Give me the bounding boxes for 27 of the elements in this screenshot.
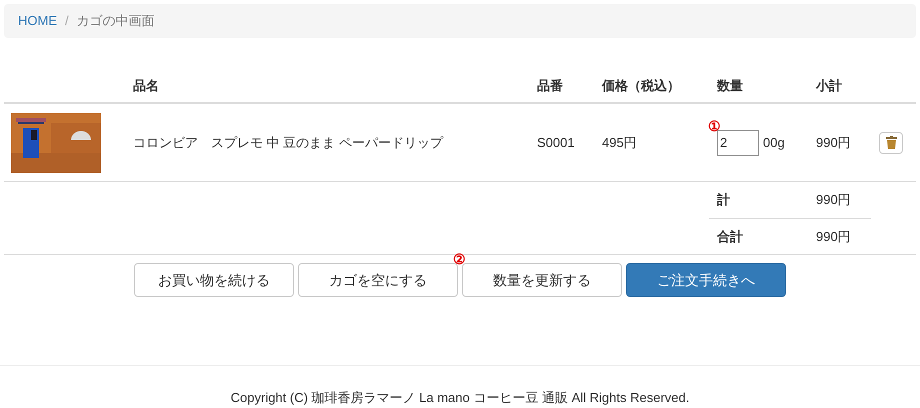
total-label: 合計 [716, 228, 744, 246]
price-value: 495円 [601, 134, 638, 152]
annotation-marker: ① [708, 118, 721, 132]
product-code: S0001 [536, 134, 576, 152]
trash-icon [886, 136, 896, 149]
column-header: 品番 [536, 77, 564, 96]
total-label: 計 [716, 191, 731, 210]
column-header: 品名 [132, 77, 160, 96]
action-button[interactable]: お買い物を続ける [134, 263, 294, 297]
annotation-marker: ② [453, 252, 466, 266]
breadcrumb-current: カゴの中画面 [76, 12, 155, 30]
column-header: 数量 [716, 77, 744, 96]
action-button[interactable]: カゴを空にする [298, 263, 458, 297]
total-value: 990円 [815, 191, 852, 210]
checkout-button[interactable]: ご注文手続きへ [626, 263, 786, 297]
copyright-text: Copyright (C) 珈琲香房ラマーノ La mano コーヒー豆 通販 All Rights Reserved. [230, 390, 690, 405]
action-button[interactable]: 数量を更新する [462, 263, 622, 297]
product-name: コロンビア スプレモ 中 豆のまま ペーパードリップ [132, 134, 444, 152]
breadcrumb-link[interactable]: HOME [18, 11, 57, 31]
unit-label: 00g [763, 134, 785, 152]
subtotal-value: 990円 [815, 134, 852, 152]
delete-button[interactable] [879, 132, 903, 154]
column-header: 小計 [814, 77, 843, 96]
quantity-field[interactable]: 2 [717, 130, 759, 156]
column-header: 価格（税込） [600, 77, 681, 96]
total-value: 990円 [815, 228, 852, 246]
breadcrumb-separator: / [65, 12, 69, 30]
